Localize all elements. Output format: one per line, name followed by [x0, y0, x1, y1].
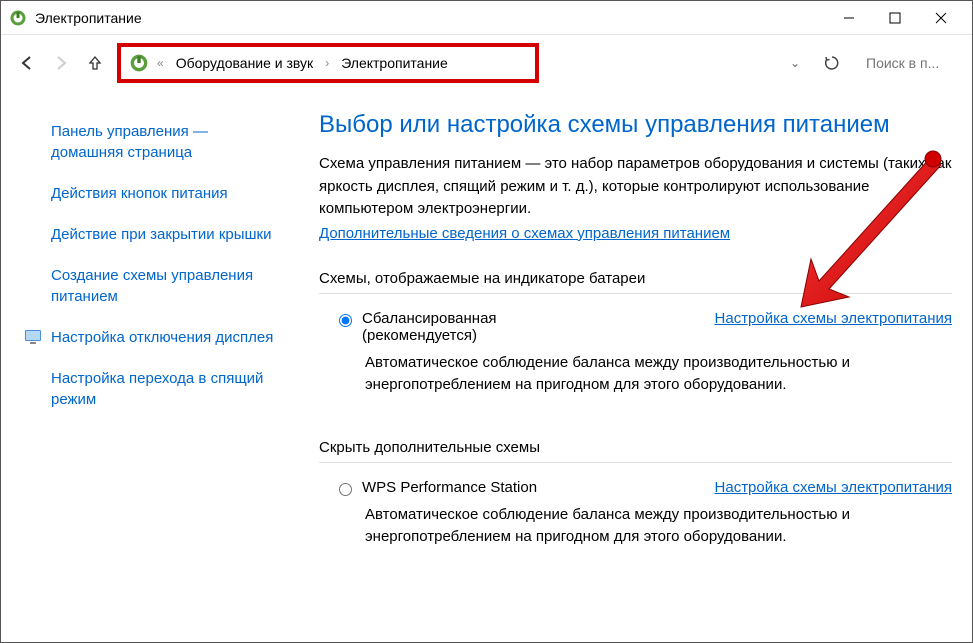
- address-dropdown[interactable]: ⌄: [784, 56, 806, 70]
- refresh-button[interactable]: [816, 47, 848, 79]
- plan-balanced-radio[interactable]: [339, 314, 352, 327]
- sidebar: Панель управления — домашняя страница Де…: [1, 91, 301, 642]
- breadcrumb-item-power[interactable]: Электропитание: [337, 53, 452, 73]
- page-title: Выбор или настройка схемы управления пит…: [319, 111, 952, 139]
- plan-wps-name: WPS Performance Station: [362, 479, 715, 496]
- window-controls: [826, 2, 964, 34]
- moon-icon: [23, 368, 43, 388]
- search-input[interactable]: [858, 48, 958, 78]
- sidebar-sleep[interactable]: Настройка перехода в спящий режим: [23, 358, 277, 420]
- plan-wps-settings-link[interactable]: Настройка схемы электропитания: [715, 479, 952, 496]
- sidebar-create-plan[interactable]: Создание схемы управления питанием: [23, 255, 277, 317]
- plan-wps-row: WPS Performance Station Настройка схемы …: [319, 473, 952, 498]
- breadcrumb[interactable]: « Оборудование и звук › Электропитание: [117, 43, 539, 83]
- more-info-link[interactable]: Дополнительные сведения о схемах управле…: [319, 225, 730, 242]
- chevron-right-icon: ›: [323, 56, 331, 70]
- breadcrumb-sep: «: [155, 56, 166, 70]
- maximize-button[interactable]: [872, 2, 918, 34]
- plan-wps-label: WPS Performance Station: [362, 479, 537, 496]
- power-options-icon: [9, 9, 27, 27]
- section-hide-additional[interactable]: Скрыть дополнительные схемы: [319, 439, 952, 463]
- plan-balanced-name: Сбалансированная (рекомендуется): [362, 310, 715, 344]
- sidebar-display-off-label: Настройка отключения дисплея: [51, 329, 273, 346]
- plan-balanced-row: Сбалансированная (рекомендуется) Настрой…: [319, 304, 952, 346]
- page-description: Схема управления питанием — это набор па…: [319, 153, 952, 221]
- section-battery-plans: Схемы, отображаемые на индикаторе батаре…: [319, 270, 952, 294]
- plan-balanced-sublabel: (рекомендуется): [362, 327, 715, 344]
- up-button[interactable]: [83, 51, 107, 75]
- forward-button[interactable]: [49, 51, 73, 75]
- plan-wps-desc: Автоматическое соблюдение баланса между …: [319, 498, 952, 563]
- power-options-icon: [129, 53, 149, 73]
- plan-balanced-desc: Автоматическое соблюдение баланса между …: [319, 346, 952, 411]
- plan-wps-radio[interactable]: [339, 483, 352, 496]
- plan-balanced-label: Сбалансированная: [362, 310, 497, 327]
- monitor-icon: [23, 327, 43, 347]
- breadcrumb-item-hardware[interactable]: Оборудование и звук: [172, 53, 318, 73]
- sidebar-lid-close[interactable]: Действие при закрытии крышки: [23, 214, 277, 255]
- addressbar-row: « Оборудование и звук › Электропитание ⌄: [1, 35, 972, 91]
- window-title: Электропитание: [35, 10, 826, 26]
- sidebar-home[interactable]: Панель управления — домашняя страница: [23, 111, 277, 173]
- plan-balanced-settings-link[interactable]: Настройка схемы электропитания: [715, 310, 952, 327]
- main: Выбор или настройка схемы управления пит…: [301, 91, 972, 642]
- sidebar-display-off[interactable]: Настройка отключения дисплея: [23, 317, 277, 358]
- close-button[interactable]: [918, 2, 964, 34]
- back-button[interactable]: [15, 51, 39, 75]
- sidebar-sleep-label: Настройка перехода в спящий режим: [51, 370, 263, 408]
- sidebar-power-buttons[interactable]: Действия кнопок питания: [23, 173, 277, 214]
- content: Панель управления — домашняя страница Де…: [1, 91, 972, 642]
- minimize-button[interactable]: [826, 2, 872, 34]
- titlebar: Электропитание: [1, 1, 972, 35]
